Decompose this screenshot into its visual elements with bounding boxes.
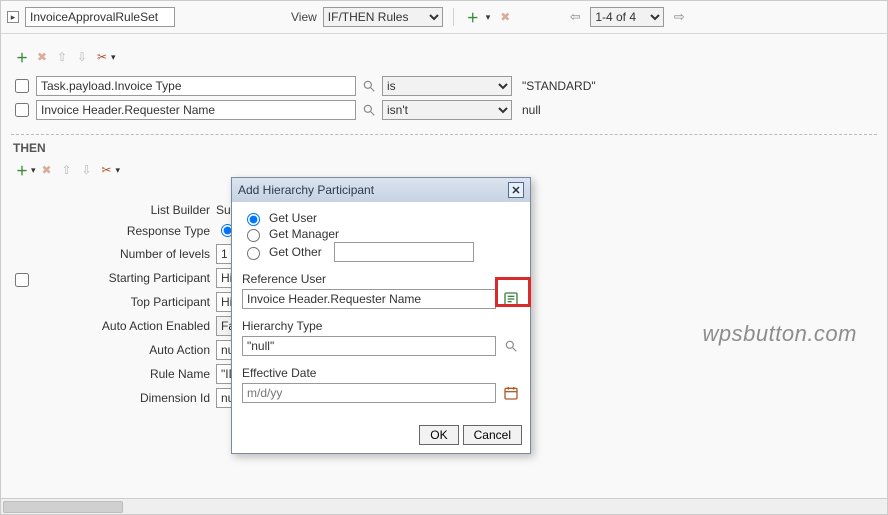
divider xyxy=(11,134,877,135)
move-down-icon: ⇩ xyxy=(78,161,96,179)
ok-button[interactable]: OK xyxy=(419,425,458,445)
close-icon[interactable]: ✕ xyxy=(508,182,524,198)
field-label: Number of levels xyxy=(120,247,210,261)
get-other-label: Get Other xyxy=(269,245,322,259)
field-label: Auto Action xyxy=(149,343,210,357)
get-other-input[interactable] xyxy=(334,242,474,262)
prev-page-icon[interactable]: ⇦ xyxy=(566,8,584,26)
reference-user-input[interactable] xyxy=(242,289,496,309)
field-label: Auto Action Enabled xyxy=(102,319,210,333)
condition-row: is "STANDARD" xyxy=(11,76,877,96)
effective-date-label: Effective Date xyxy=(242,366,520,380)
search-icon[interactable] xyxy=(502,337,520,355)
search-icon[interactable] xyxy=(360,77,378,95)
condition-field-input[interactable] xyxy=(36,76,356,96)
add-hierarchy-participant-dialog: Add Hierarchy Participant ✕ Get User Get… xyxy=(231,177,531,454)
delete-action-icon: ✖ xyxy=(38,161,56,179)
move-down-icon: ⇩ xyxy=(73,48,91,66)
plus-dropdown-icon[interactable]: ▾ xyxy=(486,12,491,23)
cancel-button[interactable]: Cancel xyxy=(463,425,522,445)
next-page-icon[interactable]: ⇨ xyxy=(670,8,688,26)
plus-icon[interactable]: ＋ xyxy=(464,8,482,26)
condition-operator-dropdown[interactable]: isn't xyxy=(382,100,512,120)
if-toolbar: ＋ ✖ ⇧ ⇩ ✂ ▾ xyxy=(13,48,877,66)
get-manager-radio[interactable] xyxy=(247,229,260,242)
dialog-title: Add Hierarchy Participant xyxy=(238,183,374,197)
paginator-dropdown[interactable]: 1-4 of 4 xyxy=(590,7,664,27)
cut-icon[interactable]: ✂ xyxy=(98,161,116,179)
condition-value: "STANDARD" xyxy=(516,77,606,95)
get-user-radio[interactable] xyxy=(247,213,260,226)
calendar-icon[interactable] xyxy=(502,384,520,402)
expression-builder-icon[interactable] xyxy=(502,290,520,308)
field-label: Response Type xyxy=(127,224,210,238)
expand-toggle[interactable]: ▸ xyxy=(7,11,19,23)
field-label: Rule Name xyxy=(150,367,210,381)
reference-user-label: Reference User xyxy=(242,272,520,286)
move-up-icon: ⇧ xyxy=(58,161,76,179)
condition-row: isn't null xyxy=(11,100,877,120)
get-other-radio[interactable] xyxy=(247,247,260,260)
field-label: Dimension Id xyxy=(140,391,210,405)
condition-operator-dropdown[interactable]: is xyxy=(382,76,512,96)
delete-condition-icon: ✖ xyxy=(33,48,51,66)
get-manager-label: Get Manager xyxy=(269,227,339,241)
then-label: THEN xyxy=(13,141,875,155)
add-action-icon[interactable]: ＋ xyxy=(13,161,31,179)
separator xyxy=(453,8,454,26)
search-icon[interactable] xyxy=(360,101,378,119)
view-label: View xyxy=(291,10,317,24)
hierarchy-type-label: Hierarchy Type xyxy=(242,319,520,333)
scrollbar-thumb[interactable] xyxy=(3,501,123,513)
condition-value: null xyxy=(516,101,606,119)
delete-icon: ✖ xyxy=(496,8,514,26)
cut-dropdown-icon[interactable]: ▾ xyxy=(111,52,116,63)
get-user-label: Get User xyxy=(269,211,317,225)
move-up-icon: ⇧ xyxy=(53,48,71,66)
field-label: Top Participant xyxy=(131,295,210,309)
cut-dropdown-icon[interactable]: ▾ xyxy=(116,165,121,176)
hierarchy-type-input[interactable] xyxy=(242,336,496,356)
condition-field-input[interactable] xyxy=(36,100,356,120)
condition-checkbox[interactable] xyxy=(15,79,29,93)
action-checkbox[interactable] xyxy=(15,273,29,287)
ruleset-name-input[interactable] xyxy=(25,7,175,27)
view-dropdown[interactable]: IF/THEN Rules xyxy=(323,7,443,27)
field-label: List Builder xyxy=(151,203,210,217)
add-action-dropdown-icon[interactable]: ▾ xyxy=(31,165,36,176)
condition-checkbox[interactable] xyxy=(15,103,29,117)
cut-icon[interactable]: ✂ xyxy=(93,48,111,66)
effective-date-input[interactable] xyxy=(242,383,496,403)
add-condition-icon[interactable]: ＋ xyxy=(13,48,31,66)
horizontal-scrollbar[interactable] xyxy=(1,498,887,514)
field-label: Starting Participant xyxy=(109,271,210,285)
